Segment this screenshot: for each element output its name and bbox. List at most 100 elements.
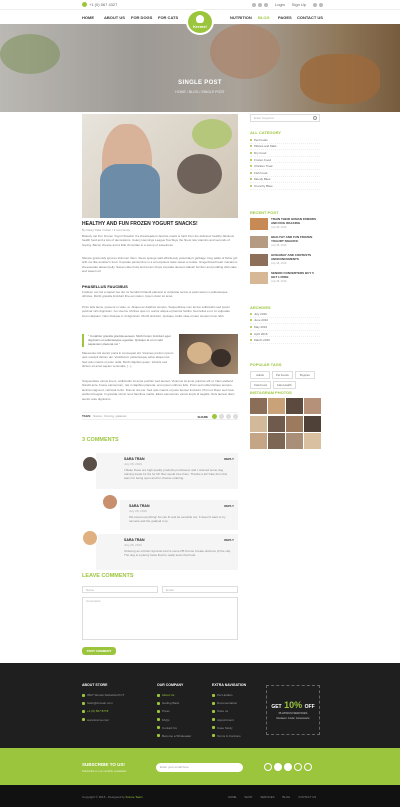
nav-nutrition[interactable]: NUTRITION <box>230 15 252 20</box>
instagram-photo[interactable] <box>286 415 303 432</box>
google-share-icon[interactable] <box>226 414 231 419</box>
pinterest-icon[interactable] <box>294 763 302 771</box>
nav-cats[interactable]: FOR CATS <box>158 15 178 20</box>
post-tags[interactable]: Nature, Cloning, galaxies <box>93 414 127 418</box>
footer-link[interactable]: About Us <box>157 693 191 697</box>
recent-post-title-text[interactable]: SENIOR CONVERTERS BUY 5 GET 1 FREE <box>271 271 320 279</box>
archive-item[interactable]: May 2016 <box>250 324 320 331</box>
recent-post-item[interactable]: HEALTHY AND FUN FROZEN YOGURT SNACKS! Ju… <box>250 235 320 250</box>
category-item[interactable]: Chicken Treat <box>250 163 320 170</box>
login-link[interactable]: Login <box>275 2 285 7</box>
category-item[interactable]: Fish Food <box>250 170 320 177</box>
email-field[interactable]: Email <box>162 586 238 593</box>
recent-post-item[interactable]: SENIOR CONVERTERS BUY 5 GET 1 FREE July … <box>250 271 320 286</box>
recent-post-item[interactable]: GIVEAWAY AND CONTESTS ANNOUNCEMENTS July… <box>250 253 320 268</box>
instagram-icon[interactable] <box>304 763 312 771</box>
google-icon[interactable] <box>264 2 268 7</box>
nav-home[interactable]: HOME <box>82 15 94 20</box>
search-icon[interactable] <box>313 116 317 120</box>
recent-post-item[interactable]: TRAIN THEIR HUMAN FRIENDS AND DOG WALKIN… <box>250 217 320 232</box>
footer-website[interactable]: www.kreme.com <box>82 718 124 722</box>
nav-blog[interactable]: BLOG <box>258 15 270 20</box>
bottom-link[interactable]: SHOP <box>244 795 252 799</box>
footer-link[interactable]: Appointment <box>212 718 246 722</box>
instagram-photo[interactable] <box>304 433 321 449</box>
logo[interactable]: Kreme! <box>186 9 214 35</box>
category-item[interactable]: Frozen Food <box>250 157 320 164</box>
footer-email[interactable]: hello@domain.com <box>82 701 124 705</box>
phone-info: +1 (0) 567 4327 <box>82 2 117 7</box>
category-item[interactable]: Pet Foods <box>250 137 320 144</box>
comment-reply: SARA TRAN July 28, 2016 REPLY We loved e… <box>120 500 238 530</box>
twitter-icon[interactable] <box>274 763 282 771</box>
twitter-icon[interactable] <box>258 2 262 7</box>
archive-item[interactable]: April 2016 <box>250 331 320 338</box>
post-comment-button[interactable]: POST COMMENT <box>82 647 116 655</box>
recent-post-title-text[interactable]: GIVEAWAY AND CONTESTS ANNOUNCEMENTS <box>271 253 320 261</box>
tag[interactable]: Adults <box>250 371 270 379</box>
footer-link[interactable]: Contact Us <box>157 726 191 730</box>
category-item[interactable]: Crunchy Bites <box>250 183 320 190</box>
tag[interactable]: Cats Food <box>250 381 271 389</box>
reply-button[interactable]: REPLY <box>224 457 234 461</box>
footer-link[interactable]: FAQs <box>157 718 191 722</box>
post-tags-row: TAGS: Nature, Cloning, galaxies SHARE <box>82 412 238 420</box>
recent-post-title-text[interactable]: TRAIN THEIR HUMAN FRIENDS AND DOG WALKIN… <box>271 217 320 225</box>
cart-icon[interactable] <box>313 2 324 7</box>
reply-button[interactable]: REPLY <box>224 538 234 542</box>
instagram-photo[interactable] <box>268 415 285 432</box>
category-item[interactable]: Moody Bites <box>250 177 320 184</box>
signup-link[interactable]: Sign Up <box>292 2 306 7</box>
pinterest-share-icon[interactable] <box>233 414 238 419</box>
footer-link[interactable]: Getting Back <box>157 701 191 705</box>
nav-about[interactable]: ABOUT US <box>104 15 125 20</box>
facebook-icon[interactable] <box>264 763 272 771</box>
instagram-photo[interactable] <box>250 398 267 414</box>
facebook-icon[interactable] <box>252 2 256 7</box>
name-field[interactable]: Name <box>82 586 158 593</box>
nav-pages[interactable]: PAGES <box>278 15 292 20</box>
bottom-link[interactable]: CONTACT US <box>298 795 316 799</box>
nav-contact[interactable]: CONTACT US <box>297 15 323 20</box>
category-item[interactable]: Dry Food <box>250 150 320 157</box>
footer-heading: EXTRA NAVIGATION <box>212 683 247 687</box>
post-featured-image <box>82 114 238 218</box>
tag[interactable]: Cats Health <box>272 381 296 389</box>
footer-link[interactable]: Press <box>157 709 191 713</box>
bottom-link[interactable]: SERVICES <box>260 795 274 799</box>
instagram-photo[interactable] <box>268 433 285 449</box>
instagram-photo[interactable] <box>250 415 267 432</box>
subscribe-email-input[interactable]: Enter your email here <box>156 763 243 772</box>
footer-link[interactable]: Terms & Contions <box>212 734 246 738</box>
instagram-photo[interactable] <box>286 433 303 449</box>
instagram-photo[interactable] <box>304 398 321 414</box>
comment-textarea[interactable]: Comments <box>82 597 238 640</box>
instagram-photo[interactable] <box>286 398 303 414</box>
archive-item[interactable]: July 2016 <box>250 311 320 318</box>
breadcrumb: HOME / BLOG / SINGLE POST <box>175 90 225 94</box>
recent-post-title-text[interactable]: HEALTHY AND FUN FROZEN YOGURT SNACKS! <box>271 235 320 243</box>
facebook-share-icon[interactable] <box>212 414 217 419</box>
instagram-photo[interactable] <box>268 398 285 414</box>
google-plus-icon[interactable] <box>284 763 292 771</box>
instagram-photo[interactable] <box>250 433 267 449</box>
reply-button[interactable]: REPLY <box>224 504 234 508</box>
footer-link[interactable]: Store us <box>212 709 246 713</box>
tag[interactable]: Puppies <box>294 371 315 379</box>
search-input[interactable]: Enter Keyword <box>250 114 320 122</box>
popular-tags: Adults Pet Foods Puppies Cats Food Cats … <box>250 371 320 389</box>
archive-item[interactable]: March 2016 <box>250 337 320 344</box>
bottom-link[interactable]: HOME <box>228 795 236 799</box>
twitter-share-icon[interactable] <box>219 414 224 419</box>
category-item[interactable]: Pillows and Mats <box>250 144 320 151</box>
tag[interactable]: Pet Foods <box>272 371 293 379</box>
footer-link[interactable]: Case Study <box>212 726 246 730</box>
footer-link[interactable]: Become a Wholesaler <box>157 734 191 738</box>
discount-banner[interactable]: GET 10% OFF PLATINUM SERVICES Redeem Cod… <box>266 685 320 735</box>
nav-dogs[interactable]: FOR DOGS <box>131 15 152 20</box>
archive-item[interactable]: June 2016 <box>250 318 320 325</box>
instagram-photo[interactable] <box>304 415 321 432</box>
footer-link[interactable]: Documentation <box>212 701 246 705</box>
footer-link[interactable]: Pet Holders <box>212 693 246 697</box>
bottom-link[interactable]: BLOG <box>282 795 290 799</box>
